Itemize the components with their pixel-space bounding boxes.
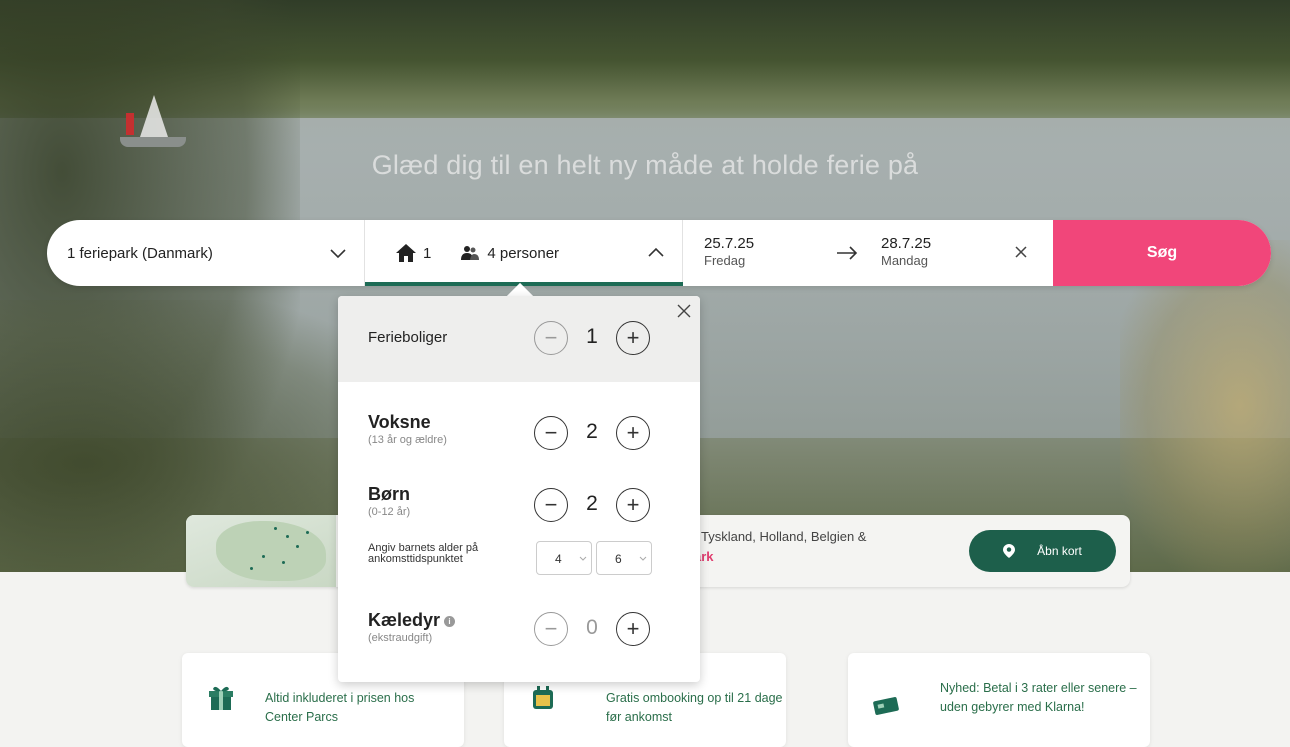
pets-label-group: Kæledyr i (ekstraudgift) <box>368 610 456 644</box>
checkin-date-value: 25.7.25 <box>704 235 755 252</box>
houses-row: Ferieboliger − 1 + <box>338 296 700 382</box>
houses-label-group: Ferieboliger <box>368 329 447 346</box>
checkout-date-value: 28.7.25 <box>881 235 932 252</box>
open-map-button[interactable]: Åbn kort <box>969 530 1116 572</box>
child-age-select-1[interactable]: 4 <box>536 541 592 575</box>
children-plus-button[interactable]: + <box>616 488 650 522</box>
adults-plus-button[interactable]: + <box>616 416 650 450</box>
children-stepper: − 2 + <box>534 488 656 524</box>
open-map-label: Åbn kort <box>1037 544 1082 558</box>
map-pin-icon <box>1003 544 1016 558</box>
map-thumbnail[interactable] <box>186 515 336 587</box>
adults-sublabel: (13 år og ældre) <box>368 434 447 446</box>
house-icon <box>396 244 416 262</box>
feature-card-klarna: Nyhed: Betal i 3 rater eller senere – ud… <box>848 653 1150 747</box>
info-icon[interactable]: i <box>444 616 456 627</box>
houses-minus-button[interactable]: − <box>534 321 568 355</box>
persons-label: 4 personer <box>487 244 560 262</box>
clear-dates-icon[interactable] <box>1013 244 1029 260</box>
park-selector[interactable]: 1 feriepark (Danmark) <box>47 220 365 286</box>
sailboat-image <box>120 95 190 155</box>
pets-label-row: Kæledyr i <box>368 610 456 631</box>
pets-plus-button[interactable]: + <box>616 612 650 646</box>
adults-stepper: − 2 + <box>534 416 656 452</box>
children-sublabel: (0-12 år) <box>368 506 411 518</box>
guests-popup: Ferieboliger − 1 + Voksne (13 år og ældr… <box>338 296 700 682</box>
chevron-down-icon <box>579 556 587 561</box>
houses-count: 1 <box>423 244 432 262</box>
checkout-weekday: Mandag <box>881 253 928 268</box>
children-minus-button[interactable]: − <box>534 488 568 522</box>
adults-minus-button[interactable]: − <box>534 416 568 450</box>
adults-value: 2 <box>586 420 598 443</box>
arrow-right-icon <box>837 246 858 260</box>
search-bar: 1 feriepark (Danmark) 1 4 personer 25.7.… <box>47 220 1271 286</box>
people-icon <box>461 246 480 260</box>
houses-stepper: − 1 + <box>534 321 656 357</box>
active-segment-underline <box>365 282 683 286</box>
adults-label-group: Voksne (13 år og ældre) <box>368 412 447 446</box>
children-label-group: Børn (0-12 år) <box>368 484 410 518</box>
search-button[interactable]: Søg <box>1053 220 1271 286</box>
child-age-value-2: 6 <box>615 552 622 566</box>
guests-selector[interactable]: 1 4 personer <box>365 220 683 286</box>
pets-minus-button[interactable]: − <box>534 612 568 646</box>
child-age-select-2[interactable]: 6 <box>596 541 652 575</box>
feature-text-included: Altid inkluderet i prisen hos Center Par… <box>265 691 415 724</box>
child-age-label: Angiv barnets alder på ankomsttidspunkte… <box>368 542 479 565</box>
calendar-icon <box>533 686 553 709</box>
child-age-value-1: 4 <box>555 552 562 566</box>
date-selector[interactable]: 25.7.25 Fredag 28.7.25 Mandag <box>683 220 1053 286</box>
houses-plus-button[interactable]: + <box>616 321 650 355</box>
chevron-up-icon <box>648 247 664 257</box>
gift-icon <box>209 686 233 710</box>
feature-text-klarna: Nyhed: Betal i 3 rater eller senere – ud… <box>940 681 1137 714</box>
park-selector-label: 1 feriepark (Danmark) <box>67 244 213 262</box>
chevron-down-icon <box>330 249 346 259</box>
close-icon[interactable] <box>677 304 691 318</box>
hero-headline: Glæd dig til en helt ny måde at holde fe… <box>371 150 919 180</box>
countries-text: , Tyskland, Holland, Belgien & <box>694 529 867 544</box>
adults-label: Voksne <box>368 412 431 432</box>
pets-value: 0 <box>586 616 598 639</box>
pets-sublabel: (ekstraudgift) <box>368 632 433 644</box>
feature-text-rebooking: Gratis ombooking op til 21 dage før anko… <box>606 691 783 724</box>
hero-foliage-right <box>1120 240 1290 572</box>
children-label: Børn <box>368 484 410 504</box>
houses-value: 1 <box>586 325 598 348</box>
pets-stepper: − 0 + <box>534 612 656 648</box>
houses-label: Ferieboliger <box>368 329 448 346</box>
checkin-date[interactable]: 25.7.25 Fredag <box>704 235 754 269</box>
checkout-date[interactable]: 28.7.25 Mandag <box>881 235 931 269</box>
chevron-down-icon <box>639 556 647 561</box>
payment-card-icon <box>873 697 899 715</box>
pets-label: Kæledyr <box>368 610 441 630</box>
children-value: 2 <box>586 492 598 515</box>
checkin-weekday: Fredag <box>704 253 746 268</box>
